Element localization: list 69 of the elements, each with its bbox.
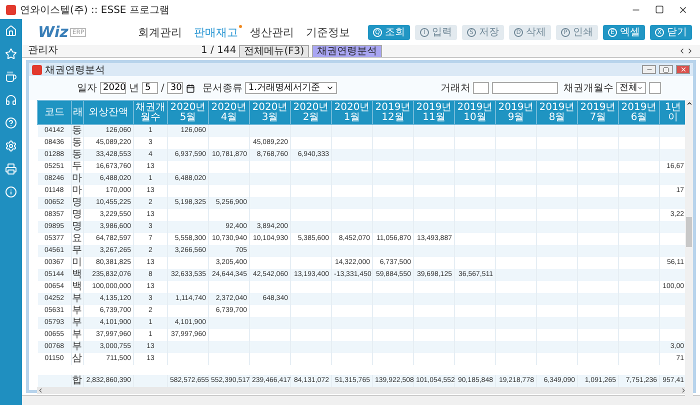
column-header[interactable]: 2019년 11월 xyxy=(414,100,454,124)
doc-type-label: 문서종류 xyxy=(202,82,242,95)
client-code-field[interactable] xyxy=(473,82,490,94)
close-icon[interactable] xyxy=(678,4,688,14)
menu-item[interactable]: 기준정보 xyxy=(306,24,350,40)
menu-item[interactable]: 회계관리 xyxy=(138,24,182,40)
tab[interactable]: 채권연령분석 xyxy=(312,45,382,57)
panel-title: 채권연령분석 xyxy=(45,64,106,76)
column-header[interactable]: 2020년 3월 xyxy=(250,100,290,124)
user-label: 관리자 xyxy=(28,45,59,57)
maximize-button[interactable] xyxy=(659,65,673,74)
maximize-icon[interactable] xyxy=(655,5,664,14)
info-icon[interactable] xyxy=(5,186,17,198)
scroll-left-icon[interactable] xyxy=(678,47,686,55)
client-name-field[interactable] xyxy=(492,82,558,94)
column-header[interactable]: 2019년 6월 xyxy=(618,100,660,124)
months-select[interactable]: 전체 xyxy=(616,82,646,94)
column-header[interactable]: 2020년 5월 xyxy=(168,100,208,124)
column-header[interactable]: 2019년 8월 xyxy=(536,100,578,124)
months-label: 채권개월수 xyxy=(563,82,614,95)
home-icon[interactable] xyxy=(5,25,17,37)
column-header[interactable]: 채권개월수 xyxy=(134,100,168,124)
column-header[interactable]: 래 xyxy=(72,100,84,124)
scroll-right-icon[interactable] xyxy=(686,47,694,55)
close-icon xyxy=(680,66,686,73)
settings-icon[interactable] xyxy=(5,140,17,152)
scroll-right-icon[interactable] xyxy=(680,386,687,394)
column-header[interactable]: 2020년 2월 xyxy=(290,100,332,124)
tab[interactable]: 전체메뉴(F3) xyxy=(239,45,310,57)
maximize-icon xyxy=(663,66,669,72)
dropdown-caret-icon xyxy=(637,84,644,92)
printer-icon[interactable] xyxy=(5,163,17,175)
client-label: 거래처 xyxy=(440,82,470,95)
minimize-icon xyxy=(646,66,652,73)
month-field[interactable]: 5 xyxy=(142,82,158,94)
date-label: 일자 xyxy=(77,82,97,95)
day-field[interactable]: 30 xyxy=(167,82,184,94)
column-header[interactable]: 2019년 9월 xyxy=(496,100,536,124)
cup-icon[interactable] xyxy=(5,71,17,83)
calendar-icon[interactable] xyxy=(186,84,196,92)
scroll-left-icon[interactable] xyxy=(37,386,44,394)
star-icon[interactable] xyxy=(5,48,17,60)
app-icon xyxy=(6,4,16,14)
table-cell: 삼 xyxy=(72,352,84,364)
column-header[interactable]: 외상잔액 xyxy=(84,100,134,124)
doc-type-select[interactable]: 1.거래명세서기준 xyxy=(245,82,338,94)
logo-text: Wiz xyxy=(38,23,68,41)
tab-counter: 1 / 144 xyxy=(201,45,236,57)
scrollbar-thumb[interactable] xyxy=(686,217,692,247)
window-title: 연와이스텔(주) :: ESSE 프로그램 xyxy=(20,4,170,16)
column-header[interactable]: 코드 xyxy=(38,100,72,124)
year-field[interactable]: 2020 xyxy=(100,82,126,94)
dropdown-caret-icon xyxy=(326,84,334,92)
headset-icon[interactable] xyxy=(5,94,17,106)
column-header[interactable]: 2019년 7월 xyxy=(578,100,618,124)
column-header[interactable]: 1년 이 xyxy=(660,100,686,124)
help-icon[interactable] xyxy=(5,117,17,129)
year-unit: 년 xyxy=(129,82,139,95)
months-extra-field[interactable] xyxy=(649,82,662,94)
column-header[interactable]: 2019년 10월 xyxy=(454,100,496,124)
close-button[interactable] xyxy=(676,65,690,74)
menu-item[interactable]: 생산관리 xyxy=(250,24,294,40)
column-header[interactable]: 2020년 4월 xyxy=(208,100,250,124)
scroll-up-icon[interactable] xyxy=(686,100,692,107)
date-separator: / xyxy=(161,82,164,94)
menu-item[interactable]: 판매재고 xyxy=(194,24,238,40)
app-icon xyxy=(32,64,42,74)
column-header[interactable]: 2020년 1월 xyxy=(332,100,372,124)
column-header[interactable]: 2019년 12월 xyxy=(372,100,414,124)
